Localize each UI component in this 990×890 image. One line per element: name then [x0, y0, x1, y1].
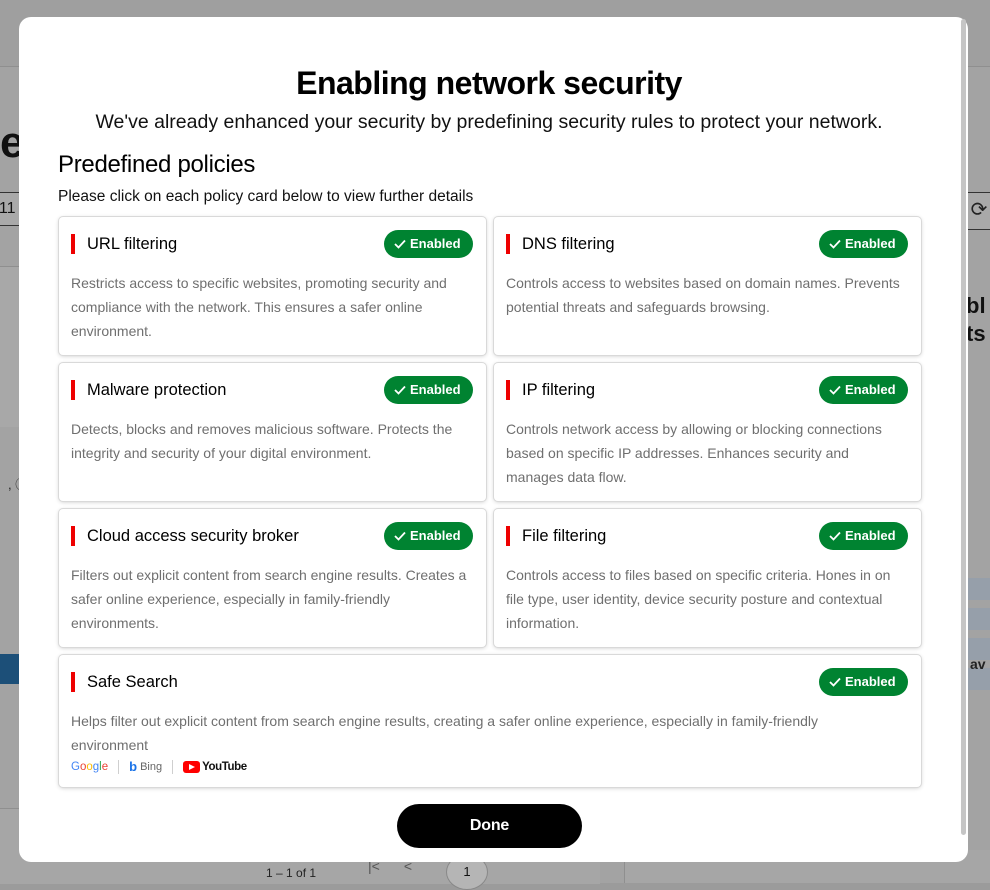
policy-description: Controls access to files based on specif…	[506, 567, 891, 631]
check-icon	[829, 239, 841, 249]
background-blue-bar	[0, 654, 20, 684]
divider	[118, 759, 120, 774]
modal-title: Enabling network security	[296, 65, 682, 101]
card-accent-bar	[71, 672, 75, 692]
policy-title: File filtering	[522, 527, 607, 545]
policy-title: Cloud access security broker	[87, 527, 299, 545]
youtube-logo: YouTube	[183, 760, 247, 773]
check-icon	[829, 677, 841, 687]
policy-title: URL filtering	[87, 235, 178, 253]
scrollbar-thumb[interactable]	[961, 19, 966, 835]
refresh-icon: ⟳	[966, 192, 990, 230]
policy-card-malware-protection[interactable]: Malware protection Enabled Detects, bloc…	[59, 363, 486, 501]
card-accent-bar	[71, 234, 75, 254]
check-icon	[829, 385, 841, 395]
card-accent-bar	[506, 526, 510, 546]
policy-card-ip-filtering[interactable]: IP filtering Enabled Controls network ac…	[494, 363, 921, 501]
pagination-text: 1 – 1 of 1	[266, 866, 317, 880]
enabled-badge: Enabled	[819, 376, 908, 404]
enabled-badge: Enabled	[819, 668, 908, 696]
policy-card-safe-search[interactable]: Safe Search Enabled Helps filter out exp…	[59, 655, 921, 787]
bing-logo: b Bing	[129, 759, 163, 774]
done-button[interactable]: Done	[397, 804, 582, 848]
card-accent-bar	[506, 234, 510, 254]
policy-title: Malware protection	[87, 381, 227, 399]
card-accent-bar	[71, 380, 75, 400]
background-search-field: 311	[0, 192, 21, 226]
check-icon	[829, 531, 841, 541]
card-accent-bar	[506, 380, 510, 400]
policy-description: Detects, blocks and removes malicious so…	[71, 421, 453, 461]
policy-card-dns-filtering[interactable]: DNS filtering Enabled Controls access to…	[494, 217, 921, 355]
policy-card-file-filtering[interactable]: File filtering Enabled Controls access t…	[494, 509, 921, 647]
section-title: Predefined policies	[58, 151, 256, 178]
policy-title: IP filtering	[522, 381, 596, 399]
policy-title: Safe Search	[87, 673, 178, 691]
policy-title: DNS filtering	[522, 235, 615, 253]
modal-subtitle: We've already enhanced your security by …	[95, 111, 883, 133]
enabled-badge: Enabled	[384, 230, 473, 258]
policy-description: Helps filter out explicit content from s…	[71, 713, 819, 753]
policy-card-url-filtering[interactable]: URL filtering Enabled Restricts access t…	[59, 217, 486, 355]
enabled-badge: Enabled	[384, 522, 473, 550]
section-hint: Please click on each policy card below t…	[58, 188, 474, 205]
background-table-rows	[968, 578, 990, 708]
enabled-badge: Enabled	[384, 376, 473, 404]
background-side-text: bl ts	[966, 293, 986, 346]
enabled-badge: Enabled	[819, 230, 908, 258]
modal-scrollbar[interactable]	[960, 17, 968, 837]
network-security-modal: Enabling network security We've already …	[19, 17, 968, 862]
check-icon	[394, 385, 406, 395]
policy-description: Controls access to websites based on dom…	[506, 275, 900, 315]
policy-description: Controls network access by allowing or b…	[506, 421, 882, 485]
check-icon	[394, 531, 406, 541]
policy-description: Filters out explicit content from search…	[71, 567, 467, 631]
enabled-badge: Enabled	[819, 522, 908, 550]
policy-description: Restricts access to specific websites, p…	[71, 275, 447, 339]
background-card	[0, 266, 20, 427]
search-engine-logos: Google b Bing YouTube	[71, 759, 247, 774]
background-row-text: av	[970, 656, 986, 672]
google-logo: Google	[71, 760, 109, 773]
check-icon	[394, 239, 406, 249]
policy-card-cloud-access-security-broker[interactable]: Cloud access security broker Enabled Fil…	[59, 509, 486, 647]
divider	[172, 759, 174, 774]
card-accent-bar	[71, 526, 75, 546]
